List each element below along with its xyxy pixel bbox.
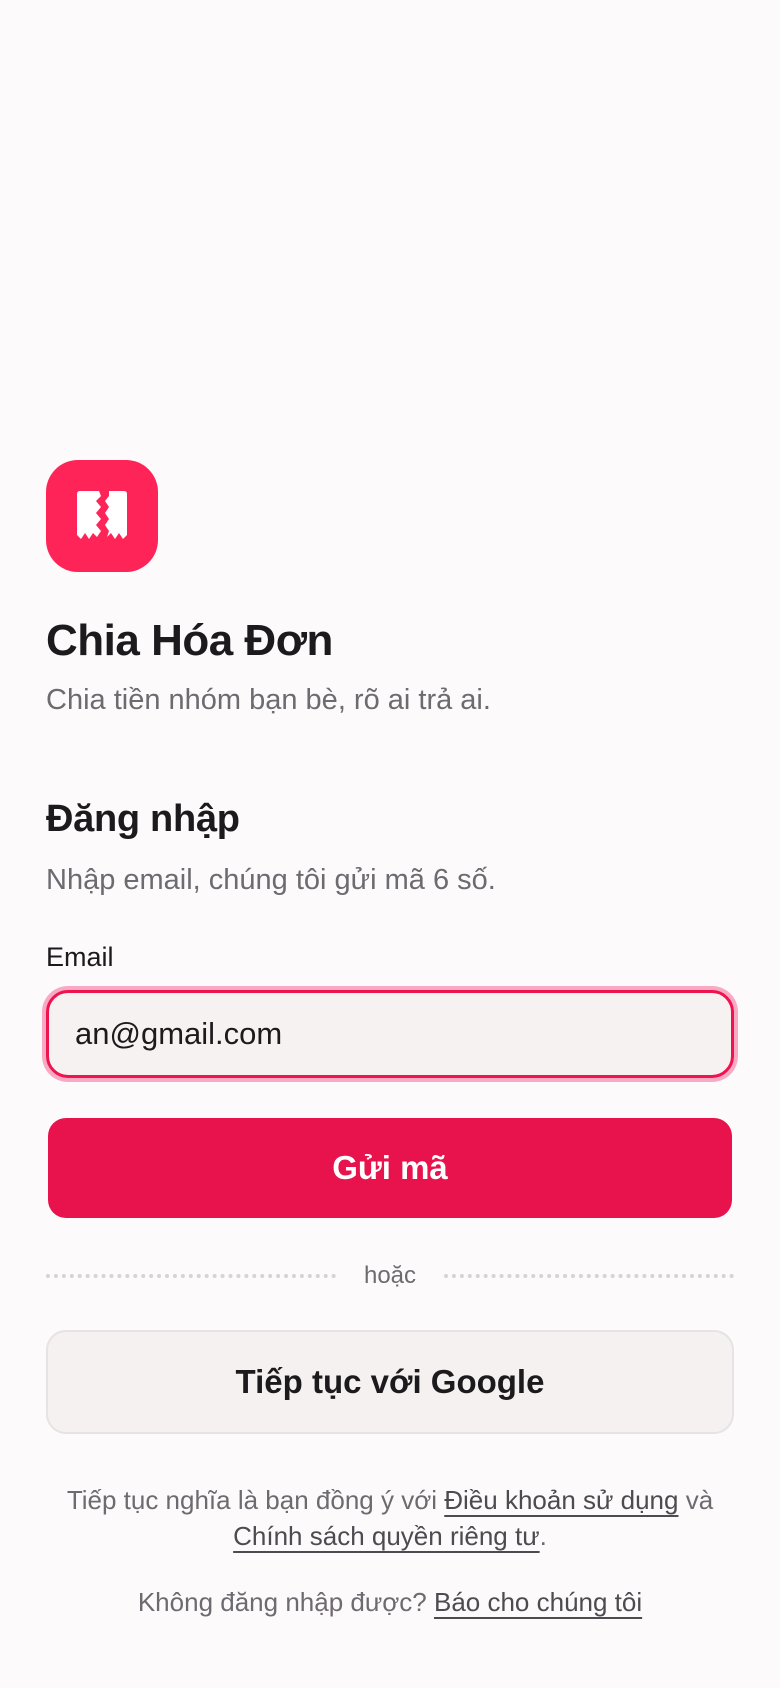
privacy-link[interactable]: Chính sách quyền riêng tư [233,1521,539,1551]
report-link[interactable]: Báo cho chúng tôi [434,1587,642,1617]
divider-text: hoặc [363,1262,417,1289]
help-notice: Không đăng nhập được? Báo cho chúng tôi [46,1584,734,1620]
google-login-button[interactable]: Tiếp tục với Google [46,1330,734,1434]
send-code-button[interactable]: Gửi mã [48,1118,732,1218]
divider-line-right [444,1274,735,1278]
terms-prefix: Tiếp tục nghĩa là bạn đồng ý với [66,1485,445,1515]
or-divider: hoặc [46,1262,735,1290]
receipt-split-icon [77,491,127,539]
email-field-container[interactable] [46,990,734,1078]
login-title: Đăng nhập [46,798,240,840]
login-screen: Chia Hóa Đơn Chia tiền nhóm bạn bè, rõ a… [46,460,735,1620]
divider-line-left [46,1274,336,1278]
terms-link[interactable]: Điều khoản sử dụng [444,1485,678,1515]
app-title: Chia Hóa Đơn [46,616,333,665]
terms-middle: và [678,1485,714,1515]
app-subtitle: Chia tiền nhóm bạn bè, rõ ai trả ai. [46,684,491,716]
email-field[interactable] [73,1015,731,1053]
terms-notice: Tiếp tục nghĩa là bạn đồng ý với Điều kh… [46,1482,734,1554]
email-label: Email [46,942,114,972]
terms-suffix: . [539,1521,547,1551]
help-prefix: Không đăng nhập được? [137,1587,434,1617]
login-subtitle: Nhập email, chúng tôi gửi mã 6 số. [46,864,496,896]
app-logo [46,460,158,572]
